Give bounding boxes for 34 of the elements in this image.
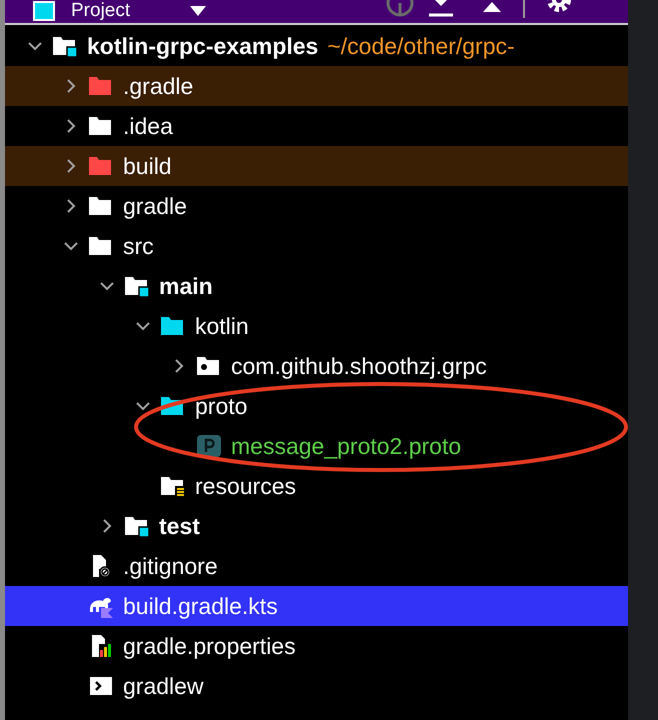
tree-item-label: kotlin (195, 312, 249, 341)
tree-item-label: resources (195, 472, 296, 501)
module-folder-icon (124, 514, 150, 538)
expand-all-icon[interactable] (426, 0, 456, 18)
tree-item-label: gradle.properties (123, 632, 296, 661)
collapse-all-icon[interactable] (481, 2, 503, 14)
tree-item-label: message_proto2.proto (231, 432, 462, 461)
tree-item-label: proto (195, 392, 248, 421)
selected-tree-row[interactable]: build.gradle.kts (5, 586, 628, 626)
excluded-tree-row[interactable]: .gradle (5, 66, 628, 106)
tree-item-label: main (159, 272, 213, 301)
folder-icon (160, 314, 186, 338)
module-folder-icon (52, 34, 78, 58)
terminal-file-icon (88, 674, 114, 698)
package-folder-icon (196, 354, 222, 378)
tree-item-label: build.gradle.kts (123, 592, 278, 621)
tree-item-label: build (123, 152, 172, 181)
tree-item-label: gradle (123, 192, 187, 221)
tree-item-label: test (159, 512, 200, 541)
tree-item-label: gradlew (123, 672, 204, 701)
resources-folder-icon (160, 474, 186, 498)
proto-file-icon (196, 434, 222, 458)
dropdown-icon (190, 6, 206, 16)
project-view-dropdown[interactable]: Project (71, 0, 206, 22)
tree-item-label: kotlin-grpc-examples (87, 32, 318, 61)
module-folder-icon (124, 274, 150, 298)
tree-item-label: .gitignore (123, 552, 218, 581)
project-path: ~/code/other/grpc- (327, 32, 515, 61)
tree-item-label: src (123, 232, 154, 261)
project-icon (33, 0, 55, 20)
excluded-tree-row[interactable]: build (5, 146, 628, 186)
tree-item-label: com.github.shoothzj.grpc (231, 352, 487, 381)
tree-item-label: .gradle (123, 72, 194, 101)
tree-item-label: .idea (123, 112, 173, 141)
